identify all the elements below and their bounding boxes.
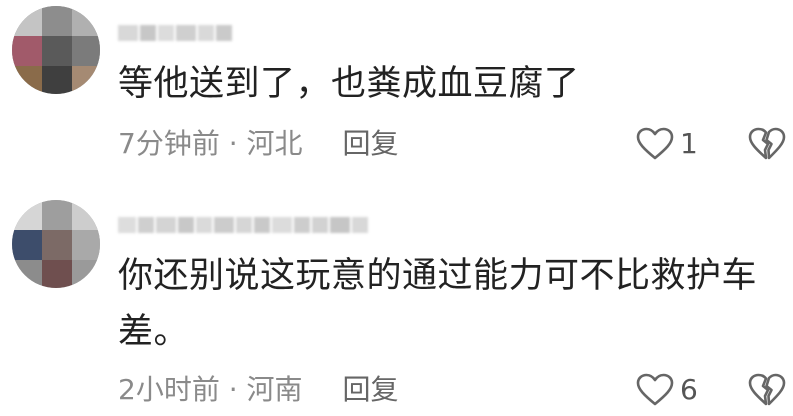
like-count: 6 bbox=[680, 373, 698, 406]
like-button[interactable]: 6 bbox=[636, 370, 698, 410]
avatar[interactable] bbox=[12, 6, 100, 94]
comment-item: 等他送到了，也粪成血豆腐了 7分钟前 · 河北 回复 1 bbox=[0, 0, 793, 190]
broken-heart-icon bbox=[748, 373, 786, 406]
username-obscured[interactable] bbox=[118, 214, 370, 236]
reply-button[interactable]: 回复 bbox=[343, 124, 399, 164]
username-obscured[interactable] bbox=[118, 22, 234, 44]
heart-outline-icon bbox=[636, 127, 674, 160]
comment-item: 你还别说这玩意的通过能力可不比救护车 差。 2小时前 · 河南 回复 6 bbox=[0, 190, 793, 416]
heart-outline-icon bbox=[636, 373, 674, 406]
like-button[interactable]: 1 bbox=[636, 124, 698, 164]
comment-text: 等他送到了，也粪成血豆腐了 bbox=[118, 64, 580, 104]
dislike-button[interactable] bbox=[748, 124, 786, 164]
comment-time-location: 2小时前 · 河南 bbox=[118, 373, 303, 406]
comment-time-location: 7分钟前 · 河北 bbox=[118, 127, 303, 160]
comment-meta: 2小时前 · 河南 回复 bbox=[118, 370, 399, 410]
broken-heart-icon bbox=[748, 127, 786, 160]
comment-text: 你还别说这玩意的通过能力可不比救护车 差。 bbox=[118, 256, 758, 352]
comment-meta: 7分钟前 · 河北 回复 bbox=[118, 124, 399, 164]
dislike-button[interactable] bbox=[748, 370, 786, 410]
avatar[interactable] bbox=[12, 200, 100, 288]
like-count: 1 bbox=[680, 127, 698, 160]
reply-button[interactable]: 回复 bbox=[343, 370, 399, 410]
